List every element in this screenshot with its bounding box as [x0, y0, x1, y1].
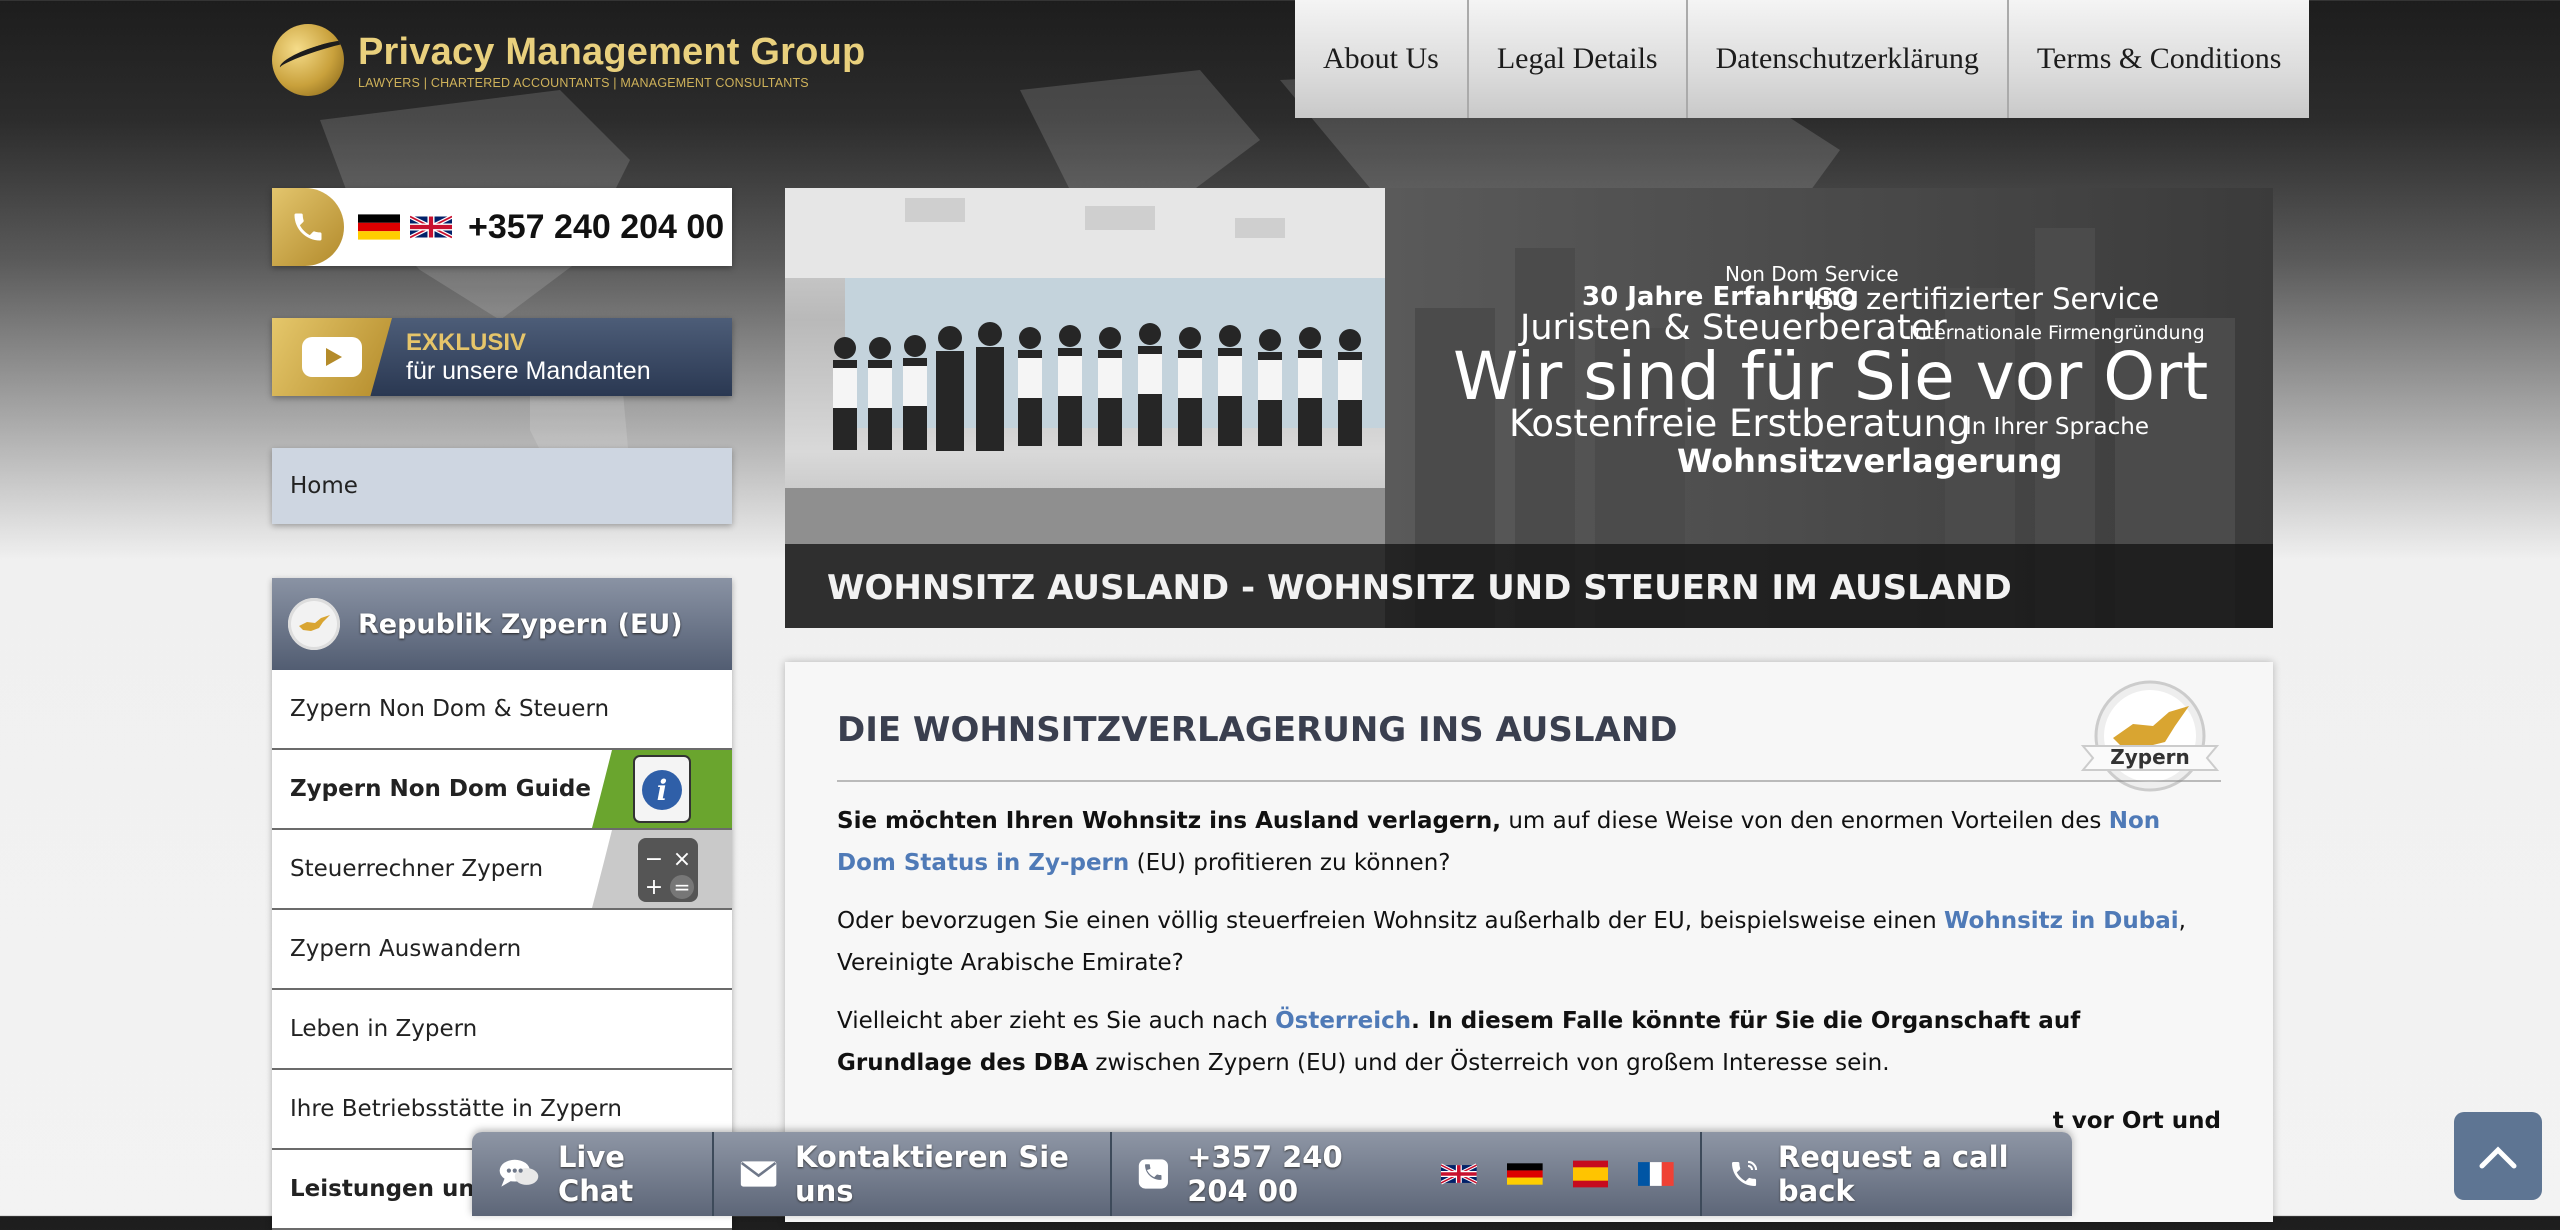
svg-text:=: = — [674, 875, 691, 899]
sidebar-item-label: Zypern Auswandern — [290, 936, 522, 962]
p1-bold: Sie möchten Ihren Wohnsitz ins Ausland v… — [837, 808, 1502, 834]
link-wohnsitz-dubai[interactable]: Wohnsitz in Dubai — [1944, 908, 2179, 934]
link-oesterreich[interactable]: Österreich — [1275, 1008, 1411, 1034]
nav-about-us[interactable]: About Us — [1295, 0, 1469, 118]
sidebar-home[interactable]: Home — [272, 448, 732, 524]
request-callback-button[interactable]: Request a call back — [1702, 1132, 2072, 1216]
top-navigation: About Us Legal Details Datenschutzerklär… — [1295, 0, 2310, 118]
phone-number[interactable]: +357 240 204 00 — [468, 208, 724, 247]
phone-callback-icon — [1731, 1160, 1757, 1187]
hero-banner: Non Dom Service 30 Jahre Erfahrung ISO z… — [785, 188, 2273, 628]
sidebar-item-leben[interactable]: Leben in Zypern — [272, 990, 732, 1070]
phone-contact-box[interactable]: +357 240 204 00 — [272, 188, 732, 266]
svg-text:i: i — [657, 774, 668, 807]
sidebar-item-label: Zypern Non Dom & Steuern — [290, 696, 610, 722]
p1-text-a: um auf diese Weise von den enormen Vorte… — [1501, 808, 2109, 834]
live-chat-button[interactable]: Live Chat — [472, 1132, 714, 1216]
banner-text-sprache: In Ihrer Sprache — [1965, 414, 2150, 440]
scroll-to-top-button[interactable] — [2454, 1112, 2542, 1200]
sidebar-item-label: Ihre Betriebsstätte in Zypern — [290, 1096, 622, 1122]
globe-logo-icon — [272, 24, 344, 96]
envelope-icon — [740, 1161, 777, 1187]
uk-flag-icon[interactable] — [1441, 1159, 1477, 1189]
paragraph-2: Oder bevorzugen Sie einen völlig steuerf… — [837, 900, 2221, 984]
phone-flags-group: +357 240 204 00 — [1112, 1132, 1702, 1216]
svg-text:+: + — [645, 875, 663, 900]
chat-bubbles-icon — [499, 1159, 539, 1187]
p3-text-c: zwischen Zypern (EU) und der Österreich … — [1088, 1050, 1890, 1076]
nav-terms-conditions[interactable]: Terms & Conditions — [2008, 0, 2310, 118]
svg-text:−: − — [645, 847, 663, 872]
sidebar-item-label: Zypern Non Dom Guide — [290, 776, 591, 802]
exklusiv-video-button[interactable]: EXKLUSIV für unsere Mandanten — [272, 318, 732, 396]
uk-flag-icon[interactable] — [410, 212, 452, 242]
svg-text:×: × — [673, 847, 691, 872]
nav-datenschutz[interactable]: Datenschutzerklärung — [1687, 0, 2009, 118]
exklusiv-subtitle: für unsere Mandanten — [406, 356, 651, 385]
youtube-play-icon — [272, 318, 392, 396]
sidebar-item-steuerrechner[interactable]: Steuerrechner Zypern − × + = — [272, 830, 732, 910]
sidebar-item-label: Leben in Zypern — [290, 1016, 478, 1042]
paragraph-3: Vielleicht aber zieht es Sie auch nach Ö… — [837, 1000, 2221, 1084]
live-chat-label: Live Chat — [557, 1140, 634, 1208]
fr-flag-icon[interactable] — [1638, 1159, 1674, 1189]
page-title: DIE WOHNSITZVERLAGERUNG INS AUSLAND — [837, 710, 1678, 750]
p3-text-a: Vielleicht aber zieht es Sie auch nach — [837, 1008, 1276, 1034]
info-guide-icon: i — [592, 750, 732, 828]
sidebar-menu-header[interactable]: Republik Zypern (EU) — [272, 578, 732, 670]
banner-text-wohnsitz: Wohnsitzverlagerung — [1677, 442, 2063, 480]
calculator-icon: − × + = — [592, 830, 732, 908]
de-flag-icon[interactable] — [1506, 1159, 1543, 1189]
sidebar-item-auswandern[interactable]: Zypern Auswandern — [272, 910, 732, 990]
de-flag-icon[interactable] — [358, 212, 400, 242]
cyprus-map-icon — [288, 598, 340, 650]
request-callback-label: Request a call back — [1777, 1140, 2009, 1208]
p2-text-a: Oder bevorzugen Sie einen völlig steuerf… — [837, 908, 1944, 934]
phone-icon — [272, 188, 344, 266]
p1-text-b: (EU) profitieren zu können? — [1129, 850, 1451, 876]
contact-us-button[interactable]: Kontaktieren Sie uns — [714, 1132, 1113, 1216]
divider — [837, 780, 2221, 782]
sidebar-menu-title: Republik Zypern (EU) — [358, 608, 683, 640]
bottom-contact-bar: Live Chat Kontaktieren Sie uns +357 240 … — [472, 1132, 2072, 1216]
brand-subtitle: LAWYERS | CHARTERED ACCOUNTANTS | MANAGE… — [358, 75, 809, 90]
es-flag-icon[interactable] — [1572, 1159, 1609, 1189]
nav-legal-details[interactable]: Legal Details — [1468, 0, 1688, 118]
sidebar-item-non-dom-guide[interactable]: Zypern Non Dom Guide i — [272, 750, 732, 830]
chevron-up-icon — [2479, 1146, 2517, 1169]
sidebar-item-label: Steuerrechner Zypern — [290, 856, 544, 882]
sidebar-item-non-dom-steuern[interactable]: Zypern Non Dom & Steuern — [272, 670, 732, 750]
banner-text-erstberatung: Kostenfreie Erstberatung — [1509, 402, 1971, 445]
p3-text-b: . In diesem Falle könnte für Sie die — [1411, 1008, 1871, 1034]
bottom-phone-number[interactable]: +357 240 204 00 — [1187, 1140, 1411, 1208]
contact-us-label: Kontaktieren Sie uns — [794, 1140, 1069, 1208]
paragraph-1: Sie möchten Ihren Wohnsitz ins Ausland v… — [837, 800, 2221, 884]
exklusiv-title: EXKLUSIV — [406, 328, 527, 356]
brand-title: Privacy Management Group — [358, 30, 866, 73]
brand-logo[interactable]: Privacy Management Group LAWYERS | CHART… — [272, 20, 865, 100]
phone-icon — [1139, 1159, 1169, 1189]
banner-caption: WOHNSITZ AUSLAND - WOHNSITZ UND STEUERN … — [827, 568, 2012, 608]
zypern-badge-label: Zypern — [2110, 745, 2190, 769]
